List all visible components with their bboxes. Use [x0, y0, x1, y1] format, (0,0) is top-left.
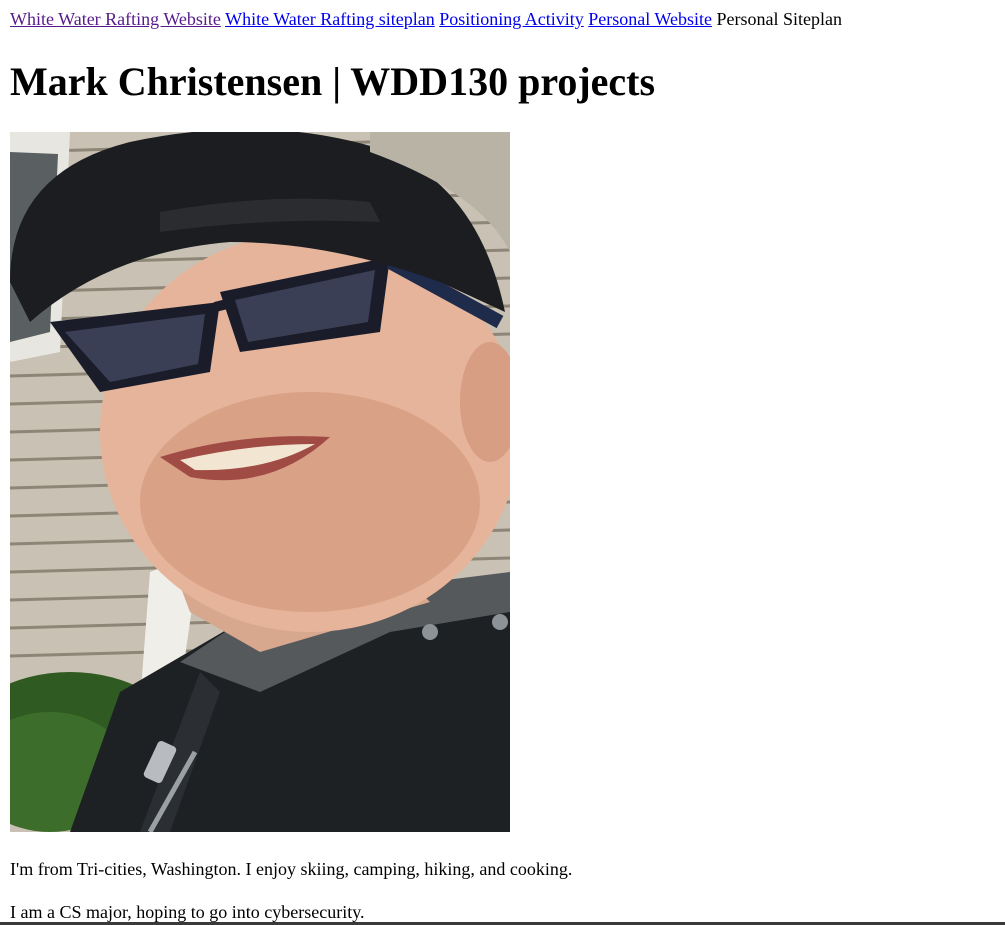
nav-link-white-water-rafting-siteplan[interactable]: White Water Rafting siteplan — [225, 9, 435, 29]
top-nav: White Water Rafting Website White Water … — [10, 8, 842, 30]
page-title: Mark Christensen | WDD130 projects — [10, 59, 656, 104]
profile-photo — [10, 132, 510, 832]
nav-link-white-water-rafting-website[interactable]: White Water Rafting Website — [10, 9, 221, 29]
nav-current-page: Personal Siteplan — [716, 9, 842, 29]
nav-link-positioning-activity[interactable]: Positioning Activity — [439, 9, 584, 29]
intro-paragraph: I'm from Tri-cities, Washington. I enjoy… — [10, 859, 573, 879]
nav-link-personal-website[interactable]: Personal Website — [588, 9, 712, 29]
major-paragraph: I am a CS major, hoping to go into cyber… — [10, 902, 365, 922]
